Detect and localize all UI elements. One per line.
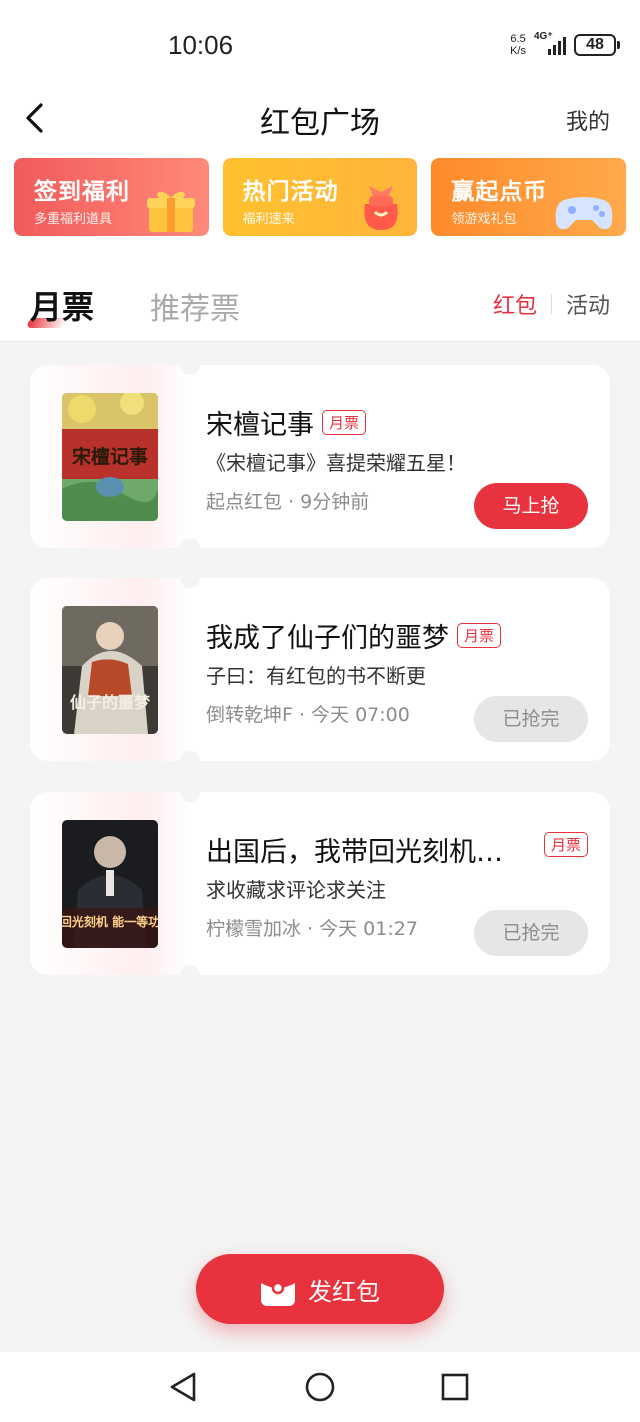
promo-hot-activity[interactable]: 热门活动 福利速来	[222, 158, 418, 236]
battery-icon: 48	[574, 34, 620, 56]
gift-icon	[146, 191, 195, 232]
book-title: 我成了仙子们的噩梦 月票	[206, 616, 502, 655]
book-title: 宋檀记事 月票	[206, 403, 367, 442]
net-speed-value: 6.5	[510, 33, 526, 45]
book-desc: 求收藏求评论求关注	[206, 878, 386, 902]
net-speed-unit: K/s	[510, 45, 526, 57]
book-desc: 子曰：有红包的书不断更	[206, 664, 426, 688]
divider	[550, 294, 552, 314]
card-notch	[180, 538, 200, 548]
mine-link[interactable]: 我的	[566, 104, 610, 136]
circle-home-icon	[305, 1372, 335, 1402]
book-cover[interactable]: 仙子的噩梦	[62, 606, 158, 734]
list-item[interactable]: 仙子的噩梦 我成了仙子们的噩梦 月票 子曰：有红包的书不断更 倒转乾坤F · 今…	[30, 578, 610, 761]
tab-recommend[interactable]: 推荐票	[150, 284, 240, 328]
gamepad-icon	[555, 197, 613, 230]
grab-button[interactable]: 已抢完	[474, 910, 588, 956]
promo-earn-coins[interactable]: 赢起点币 领游戏礼包	[431, 158, 627, 236]
book-cover[interactable]: 带回光刻机 能一等功吗	[62, 820, 158, 948]
cover-title: 仙子的噩梦	[70, 693, 151, 712]
page-title: 红包广场	[260, 106, 380, 141]
book-desc: 《宋檀记事》喜提荣耀五星！	[206, 451, 466, 475]
subtab-activity[interactable]: 活动	[566, 288, 610, 320]
status-time: 10:06	[168, 30, 234, 60]
tab-monthly[interactable]: 月票	[30, 282, 94, 328]
book-cover[interactable]: 宋檀记事	[62, 393, 158, 521]
promo-row: 签到福利 多重福利道具 热门活动 福利速来 赢起点币 领游戏礼包	[0, 150, 640, 242]
monthly-ticket-tag: 月票	[457, 623, 502, 648]
subtab-red-packet[interactable]: 红包	[493, 288, 537, 320]
status-bar: 10:06 6.5 K/s 4G⁺ 48	[0, 0, 640, 90]
square-recents-icon	[441, 1373, 469, 1401]
network-type: 4G⁺	[534, 31, 553, 42]
triangle-back-icon	[170, 1372, 196, 1402]
status-icons: 6.5 K/s 4G⁺ 48	[510, 31, 620, 57]
cover-image: 仙子的噩梦	[62, 606, 158, 734]
book-title-text: 出国后，我带回光刻机…	[206, 837, 503, 868]
cover-title: 带回光刻机 能一等功吗	[62, 914, 158, 929]
cover-image: 带回光刻机 能一等功吗	[62, 820, 158, 948]
book-title: 出国后，我带回光刻机…	[206, 830, 503, 869]
card-notch	[180, 751, 200, 761]
header: 红包广场 我的	[0, 90, 640, 150]
list-item[interactable]: 宋檀记事 宋檀记事 月票 《宋檀记事》喜提荣耀五星！ 起点红包 · 9分钟前 马…	[30, 365, 610, 548]
book-meta: 柠檬雪加冰 · 今天 01:27	[206, 918, 418, 940]
lucky-bag-icon	[364, 186, 399, 230]
send-red-packet-label: 发红包	[308, 1277, 380, 1306]
card-notch	[180, 965, 200, 975]
cover-image: 宋檀记事	[62, 393, 158, 521]
book-title-text: 我成了仙子们的噩梦	[206, 623, 449, 654]
net-speed: 6.5 K/s	[510, 33, 526, 57]
nav-home-button[interactable]	[303, 1370, 337, 1404]
nav-back-button[interactable]	[166, 1370, 200, 1404]
nav-recents-button[interactable]	[438, 1370, 472, 1404]
sub-tabs: 红包 活动	[493, 288, 610, 320]
book-meta: 起点红包 · 9分钟前	[206, 491, 370, 513]
promo-checkin[interactable]: 签到福利 多重福利道具	[14, 158, 209, 236]
monthly-ticket-tag: 月票	[543, 832, 588, 857]
send-red-packet-button[interactable]: 发红包	[196, 1254, 444, 1324]
system-nav-bar	[0, 1352, 640, 1422]
cover-title: 宋檀记事	[71, 445, 148, 468]
ticket-tabs: 月票 推荐票 红包 活动	[0, 242, 640, 342]
book-title-text: 宋檀记事	[206, 410, 314, 441]
monthly-ticket-tag: 月票	[322, 410, 367, 435]
list-item[interactable]: 带回光刻机 能一等功吗 出国后，我带回光刻机… 月票 求收藏求评论求关注 柠檬雪…	[30, 792, 610, 975]
grab-button[interactable]: 马上抢	[474, 483, 588, 529]
red-packet-icon	[261, 1272, 295, 1306]
signal-icon: 4G⁺	[534, 31, 566, 55]
grab-button[interactable]: 已抢完	[474, 696, 588, 742]
book-meta: 倒转乾坤F · 今天 07:00	[206, 704, 410, 726]
